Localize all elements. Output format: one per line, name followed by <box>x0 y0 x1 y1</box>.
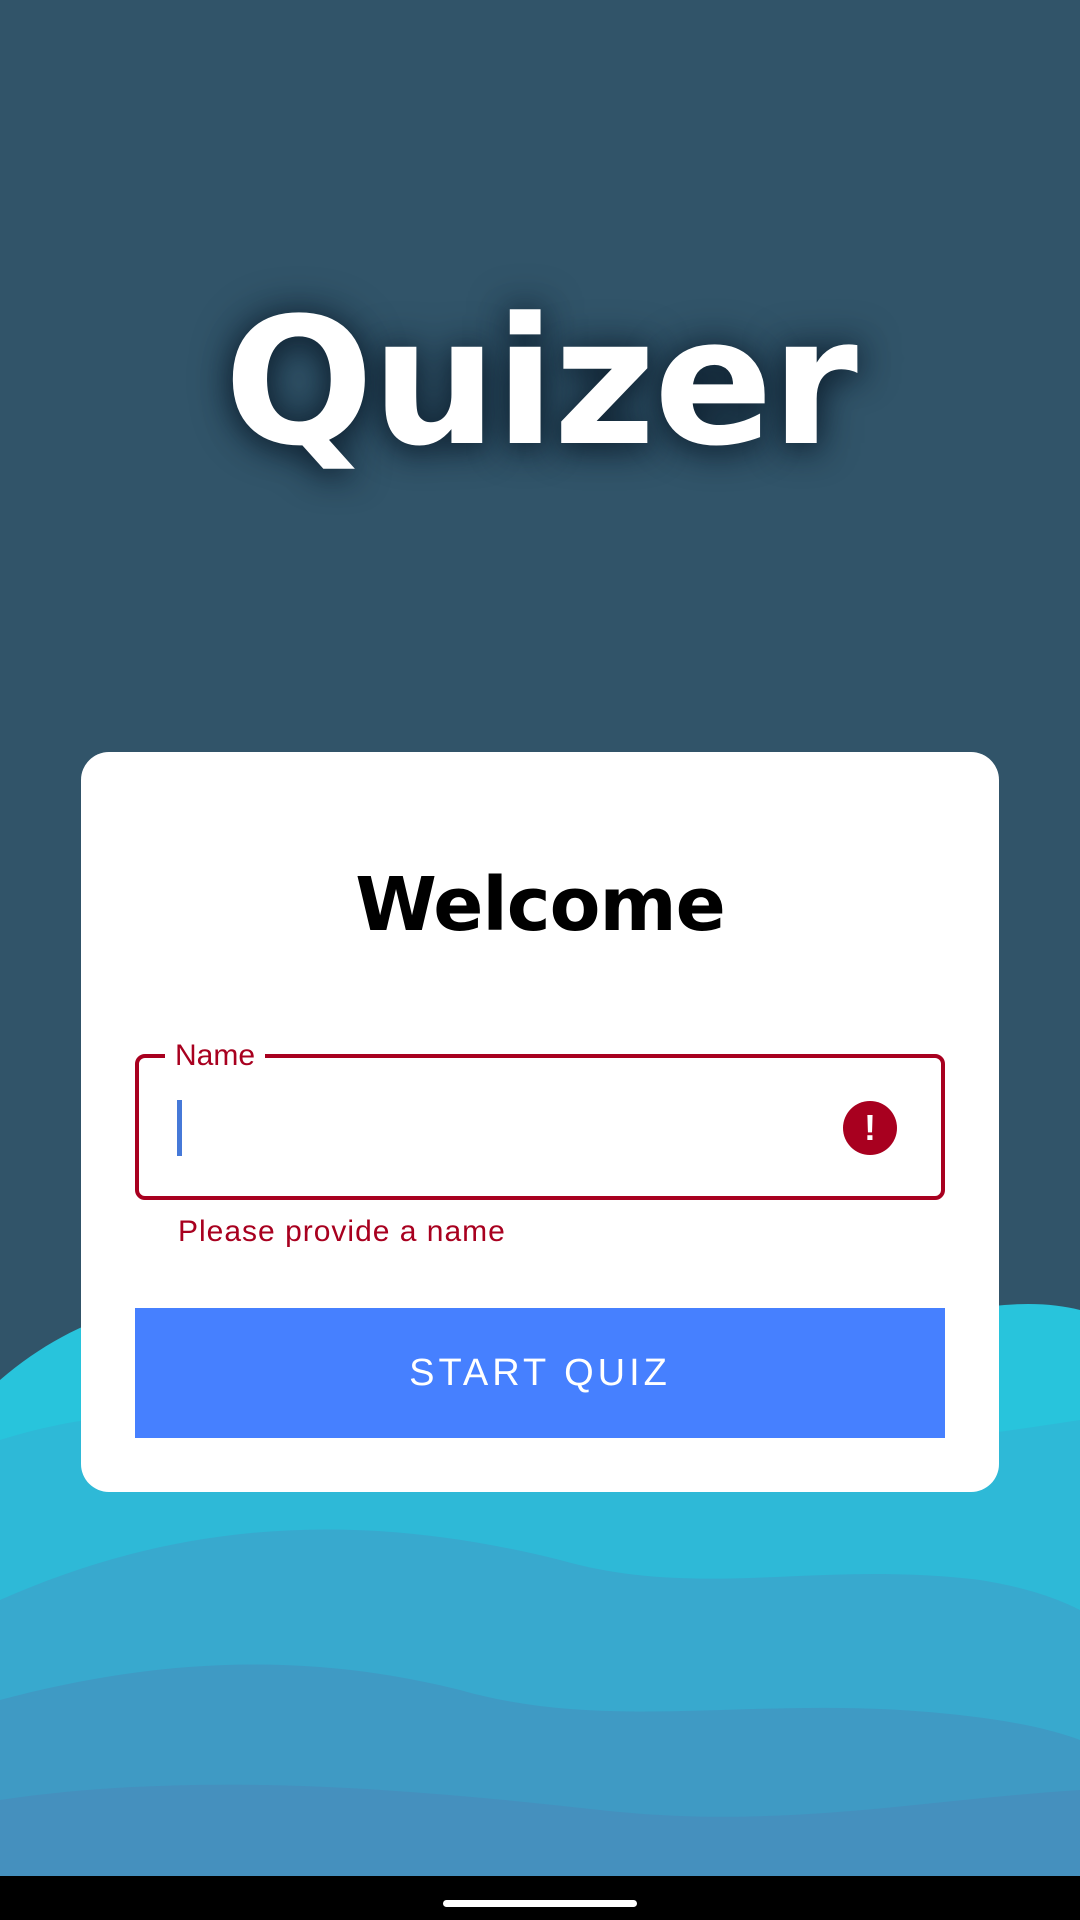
system-nav-bar <box>0 1876 1080 1920</box>
error-icon: ! <box>843 1101 897 1155</box>
name-error-message: Please provide a name <box>178 1215 506 1248</box>
name-field[interactable]: Name ! <box>135 1036 945 1200</box>
name-input[interactable] <box>181 1088 821 1166</box>
name-field-label: Name <box>165 1036 266 1076</box>
welcome-heading: Welcome <box>355 862 726 948</box>
app-title: Quizer <box>224 280 858 485</box>
gesture-handle[interactable] <box>443 1900 637 1907</box>
welcome-card: Welcome Name ! Please provide a name STA… <box>81 752 999 1492</box>
text-cursor <box>177 1100 182 1156</box>
start-quiz-button[interactable]: START QUIZ <box>135 1308 945 1438</box>
